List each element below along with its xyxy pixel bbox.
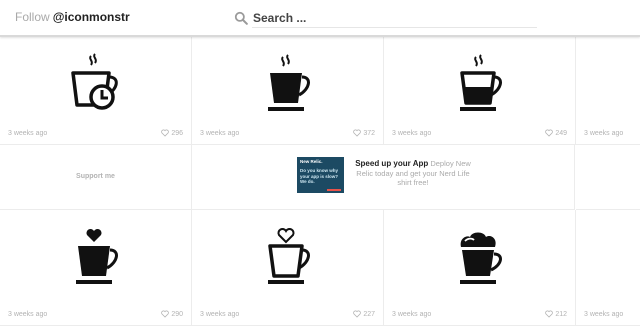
coffee-steam-icon bbox=[267, 54, 310, 111]
likes-count: 296 bbox=[171, 129, 183, 137]
heart-icon bbox=[545, 129, 554, 137]
icon-tile[interactable]: 3 weeks ago 227 bbox=[192, 210, 384, 326]
tile-time: 3 weeks ago bbox=[200, 130, 240, 137]
tile-likes[interactable]: 290 bbox=[161, 310, 183, 318]
coffee-outline-icon bbox=[459, 54, 502, 111]
likes-count: 212 bbox=[555, 310, 567, 318]
heart-icon bbox=[353, 310, 362, 318]
coffee-clock-icon bbox=[70, 53, 118, 110]
tile-likes[interactable]: 372 bbox=[353, 129, 375, 137]
icon-tile[interactable]: 3 weeks ago 296 bbox=[0, 37, 192, 145]
likes-count: 290 bbox=[171, 310, 183, 318]
icon-tile[interactable]: 3 weeks ago 212 bbox=[384, 210, 576, 326]
icon-tile-partial[interactable]: 3 weeks ago bbox=[576, 37, 640, 145]
support-me-link[interactable]: Support me bbox=[0, 145, 192, 210]
follow-label: Follow bbox=[15, 10, 50, 24]
tile-likes[interactable]: 296 bbox=[161, 129, 183, 137]
row-edge bbox=[576, 145, 640, 210]
tile-likes[interactable]: 212 bbox=[545, 310, 567, 318]
coffee-cream-icon bbox=[459, 232, 502, 284]
handle-label: @iconmonstr bbox=[52, 10, 130, 24]
ad-stripe bbox=[327, 189, 341, 191]
icon-tile[interactable]: 3 weeks ago 249 bbox=[384, 37, 576, 145]
heart-icon bbox=[161, 129, 170, 137]
tile-likes[interactable]: 227 bbox=[353, 310, 375, 318]
icon-tile[interactable]: 3 weeks ago 290 bbox=[0, 210, 192, 326]
likes-count: 249 bbox=[555, 129, 567, 137]
likes-count: 372 bbox=[363, 129, 375, 137]
ad-banner[interactable]: New Relic. Do you know why your app is s… bbox=[192, 145, 575, 210]
tile-time: 3 weeks ago bbox=[584, 311, 624, 318]
ad-image[interactable]: New Relic. Do you know why your app is s… bbox=[297, 157, 344, 193]
heart-icon bbox=[353, 129, 362, 137]
tile-likes[interactable]: 249 bbox=[545, 129, 567, 137]
search-icon bbox=[234, 11, 248, 25]
coffee-heart-outline-icon bbox=[267, 228, 310, 284]
tile-time: 3 weeks ago bbox=[8, 311, 48, 318]
tile-time: 3 weeks ago bbox=[392, 311, 432, 318]
ad-brand: New Relic. bbox=[300, 159, 323, 164]
tile-time: 3 weeks ago bbox=[392, 130, 432, 137]
ad-headline: Speed up your App bbox=[355, 159, 429, 168]
follow-link[interactable]: Follow @iconmonstr bbox=[15, 10, 130, 24]
heart-icon bbox=[161, 310, 170, 318]
heart-icon bbox=[545, 310, 554, 318]
tile-time: 3 weeks ago bbox=[584, 130, 624, 137]
icon-grid: 3 weeks ago 296 3 weeks ago 372 3 weeks … bbox=[0, 37, 640, 326]
icon-tile-partial[interactable]: 3 weeks ago bbox=[576, 210, 640, 326]
search-input[interactable] bbox=[252, 8, 537, 28]
likes-count: 227 bbox=[363, 310, 375, 318]
top-bar: Follow @iconmonstr bbox=[0, 0, 640, 37]
tile-time: 3 weeks ago bbox=[200, 311, 240, 318]
support-label: Support me bbox=[76, 173, 115, 180]
tile-time: 3 weeks ago bbox=[8, 130, 48, 137]
icon-tile[interactable]: 3 weeks ago 372 bbox=[192, 37, 384, 145]
ad-copy[interactable]: Speed up your App Deploy New Relic today… bbox=[354, 159, 472, 188]
ad-image-text: Do you know why your app is slow? We do. bbox=[300, 168, 339, 184]
coffee-heart-icon bbox=[75, 228, 118, 284]
